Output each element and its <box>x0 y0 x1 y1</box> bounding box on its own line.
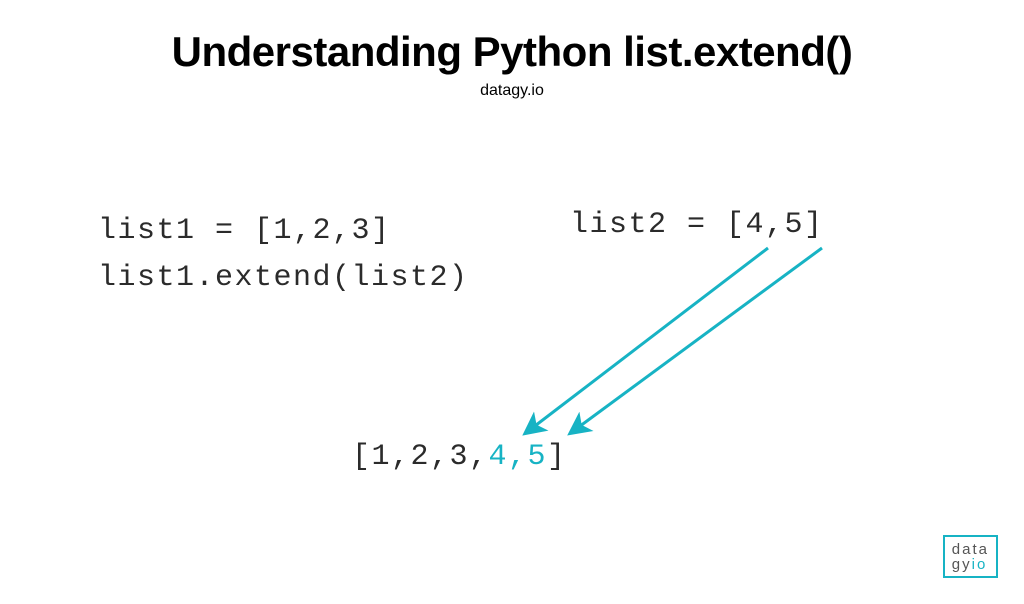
code-line-1: list1 = [1,2,3] <box>98 208 469 255</box>
code-line-3: list1.extend(list2) <box>98 255 469 302</box>
result-list: [1,2,3,4,5] <box>352 440 567 474</box>
result-highlighted: 4,5 <box>489 440 548 474</box>
result-prefix: [1,2,3, <box>352 440 489 474</box>
arrow-1 <box>527 248 768 432</box>
result-suffix: ] <box>547 440 567 474</box>
logo-box: data gyio <box>943 535 998 578</box>
arrows-svg <box>0 28 1024 604</box>
logo-row-1: data <box>952 542 989 557</box>
logo-row-2: gyio <box>952 557 989 572</box>
logo-io: io <box>972 556 988 573</box>
page-subtitle: datagy.io <box>0 82 1024 100</box>
arrow-2 <box>572 248 822 432</box>
code-line-2: list2 = [4,5] <box>570 208 824 242</box>
page-title: Understanding Python list.extend() <box>0 28 1024 76</box>
code-block-left: list1 = [1,2,3] list1.extend(list2) <box>98 208 469 301</box>
logo-gy: gy <box>952 556 972 573</box>
